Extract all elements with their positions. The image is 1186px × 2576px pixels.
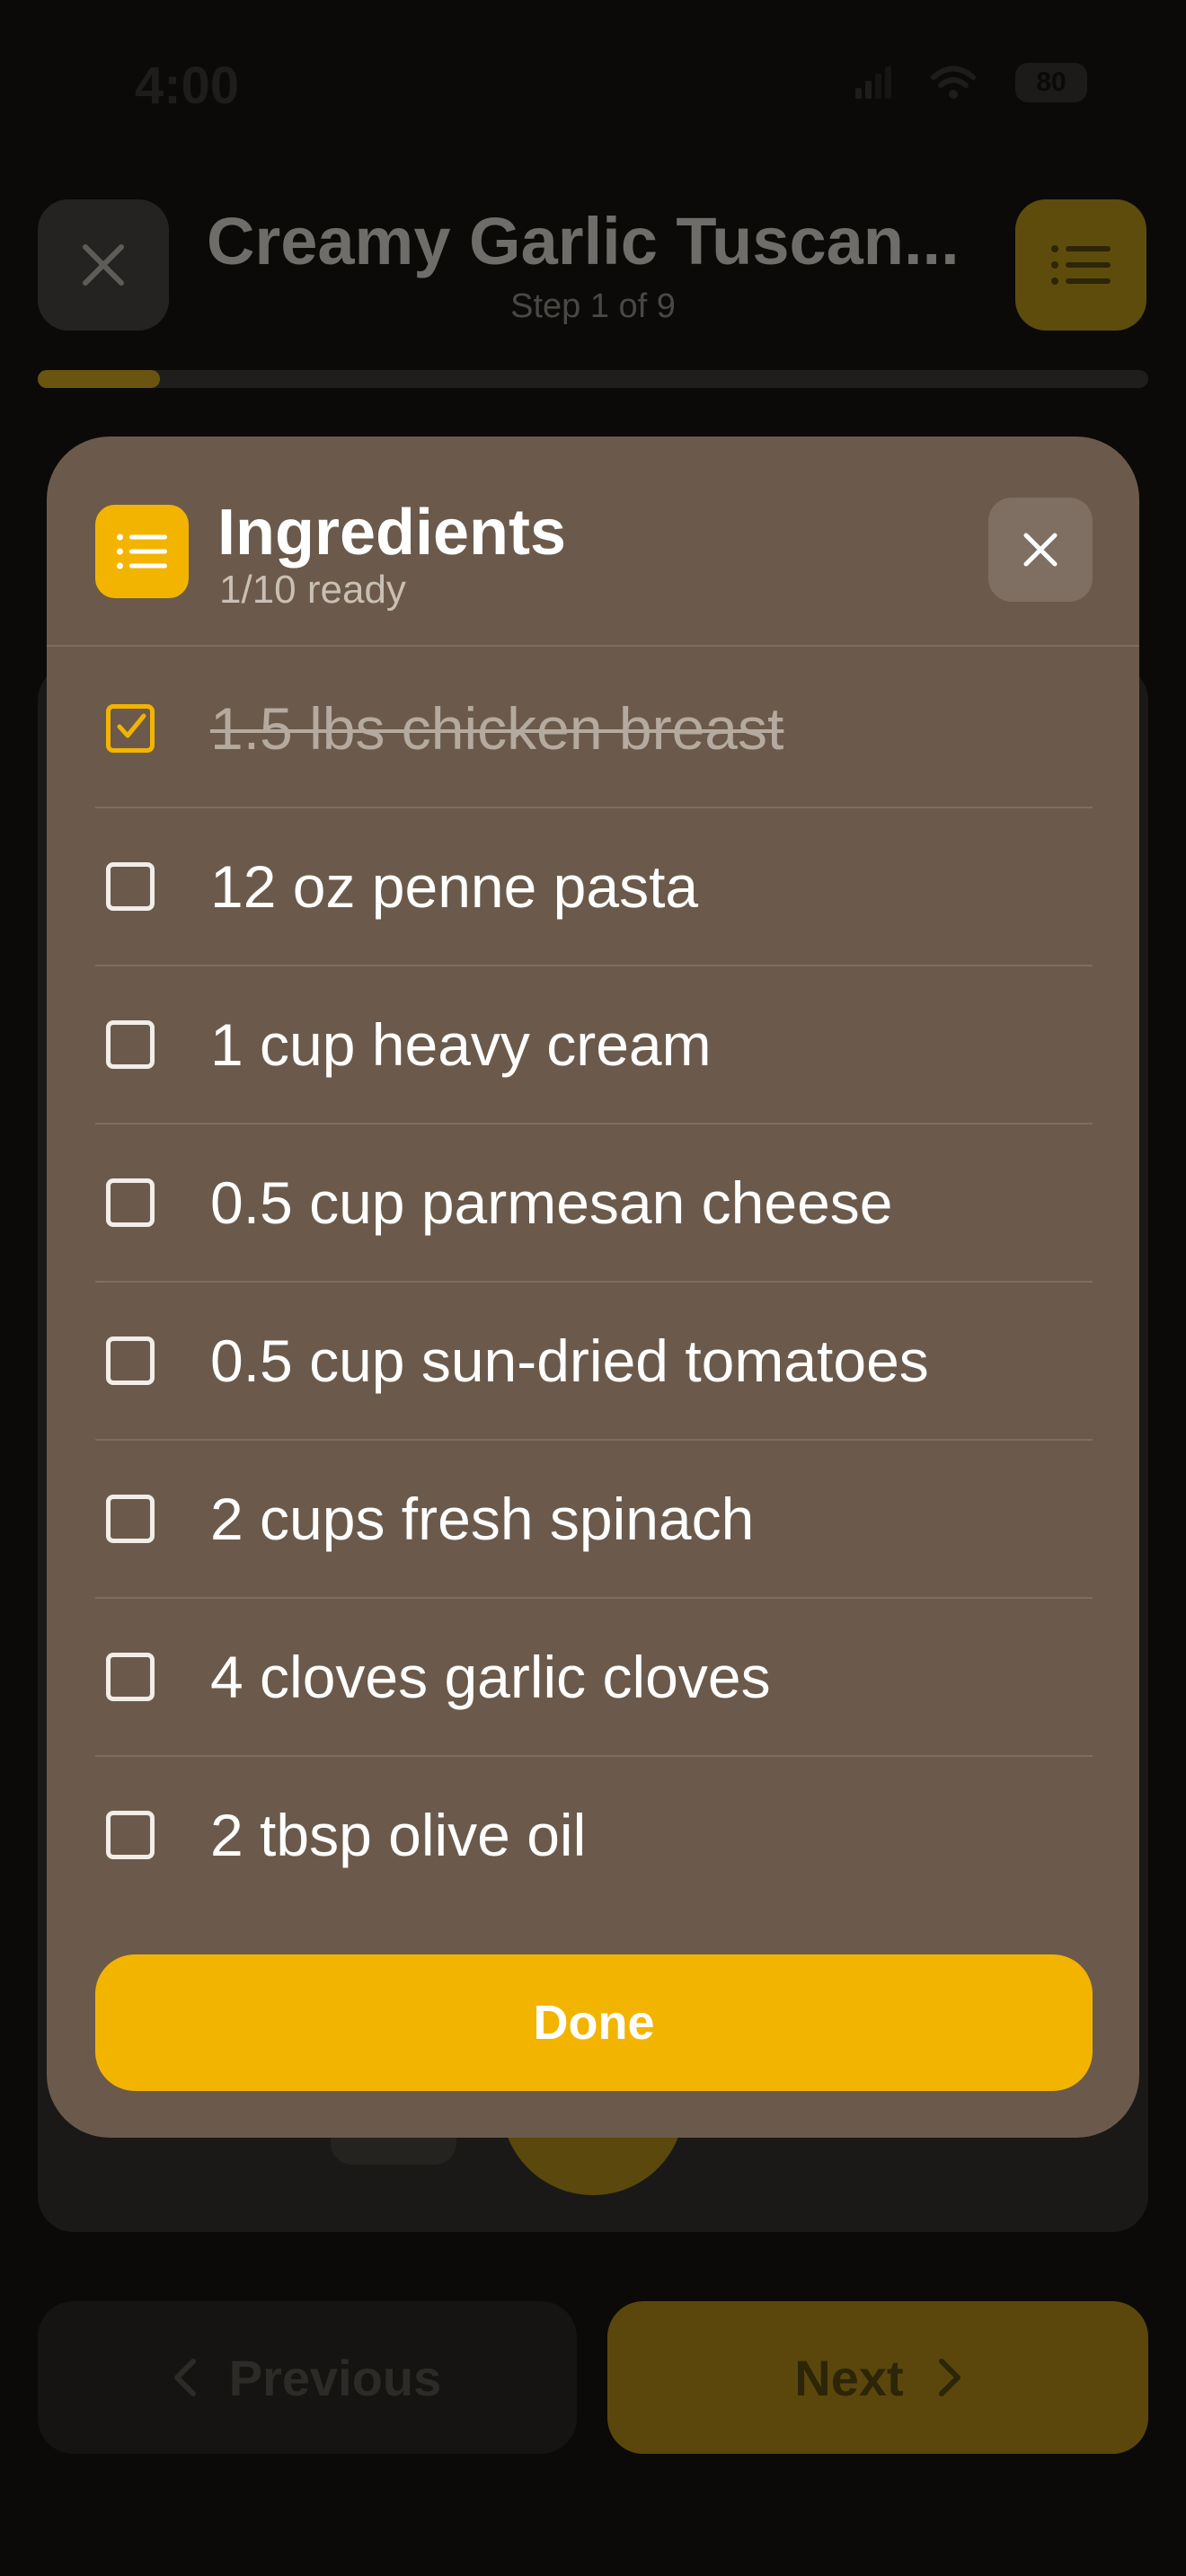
ingredient-label: 2 cups fresh spinach xyxy=(210,1486,755,1552)
checkbox[interactable] xyxy=(106,1811,155,1859)
status-icons: 80 xyxy=(855,63,1087,102)
checkbox[interactable] xyxy=(106,862,155,911)
close-recipe-button[interactable] xyxy=(38,199,169,331)
ingredients-modal: Ingredients 1/10 ready 1.5 lbs chicken b… xyxy=(47,437,1139,2138)
ingredient-label: 0.5 cup sun-dried tomatoes xyxy=(210,1328,929,1394)
previous-button[interactable]: Previous xyxy=(38,2301,577,2454)
checkbox[interactable] xyxy=(106,1495,155,1543)
ingredient-row[interactable]: 2 tbsp olive oil xyxy=(95,1757,1093,1913)
done-button[interactable]: Done xyxy=(95,1954,1093,2091)
ingredient-label: 2 tbsp olive oil xyxy=(210,1802,587,1868)
battery-indicator: 80 xyxy=(1015,63,1087,102)
checkbox[interactable] xyxy=(106,1178,155,1227)
close-icon xyxy=(83,244,124,286)
checkbox[interactable] xyxy=(106,1020,155,1069)
signal-icon xyxy=(855,66,891,99)
wifi-icon xyxy=(931,66,976,99)
next-button[interactable]: Next xyxy=(607,2301,1148,2454)
next-label: Next xyxy=(794,2349,904,2406)
chevron-left-icon xyxy=(173,2359,196,2396)
recipe-title: Creamy Garlic Tuscan... xyxy=(207,204,960,278)
ingredient-row[interactable]: 4 cloves garlic cloves xyxy=(95,1599,1093,1757)
ingredient-row[interactable]: 1 cup heavy cream xyxy=(95,966,1093,1125)
ingredient-list: 1.5 lbs chicken breast 12 oz penne pasta 1… xyxy=(95,650,1093,1913)
ingredients-icon-badge xyxy=(95,505,189,598)
ingredient-row[interactable]: 0.5 cup parmesan cheese xyxy=(95,1125,1093,1283)
ingredient-label: 0.5 cup parmesan cheese xyxy=(210,1169,893,1236)
ingredient-label: 4 cloves garlic cloves xyxy=(210,1644,771,1710)
ingredients-list-button[interactable] xyxy=(1015,199,1146,331)
step-progress-bar xyxy=(38,370,1148,388)
modal-title: Ingredients xyxy=(217,497,567,569)
checkmark-icon xyxy=(117,713,146,738)
ingredient-row[interactable]: 12 oz penne pasta xyxy=(95,808,1093,966)
ingredient-row[interactable]: 0.5 cup sun-dried tomatoes xyxy=(95,1283,1093,1441)
ingredient-row[interactable]: 1.5 lbs chicken breast xyxy=(95,650,1093,808)
ingredient-label: 12 oz penne pasta xyxy=(210,853,699,920)
ready-count: 1/10 ready xyxy=(219,568,406,612)
step-indicator: Step 1 of 9 xyxy=(510,287,676,325)
previous-label: Previous xyxy=(228,2349,442,2406)
list-icon xyxy=(117,534,167,569)
checkbox[interactable] xyxy=(106,1653,155,1701)
ingredient-label: 1 cup heavy cream xyxy=(210,1011,712,1078)
status-time: 4:00 xyxy=(135,57,240,115)
checkbox-checked[interactable] xyxy=(106,704,155,753)
checkbox[interactable] xyxy=(106,1337,155,1385)
step-progress-fill xyxy=(38,370,160,388)
chevron-right-icon xyxy=(938,2359,960,2396)
ingredient-label: 1.5 lbs chicken breast xyxy=(210,695,784,762)
list-icon xyxy=(1051,245,1111,285)
header-divider xyxy=(47,645,1139,647)
close-icon xyxy=(1023,533,1058,567)
close-modal-button[interactable] xyxy=(988,498,1093,602)
ingredient-row[interactable]: 2 cups fresh spinach xyxy=(95,1441,1093,1599)
